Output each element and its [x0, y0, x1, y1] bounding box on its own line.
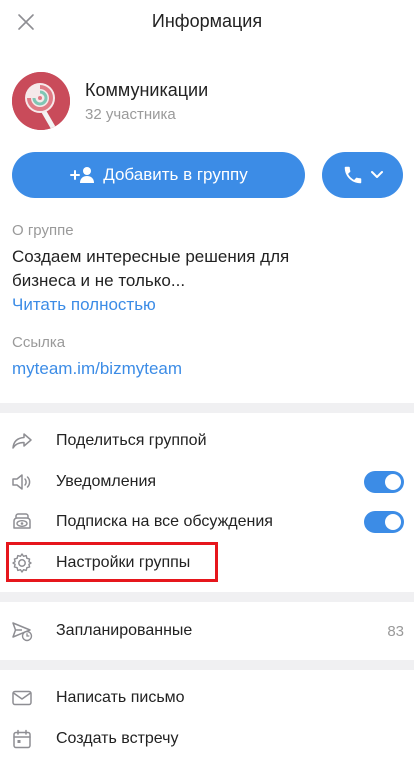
group-name: Коммуникации — [85, 80, 209, 100]
add-to-group-label: Добавить в группу — [103, 165, 248, 184]
scheduled-row[interactable]: Запланированные 83 — [0, 611, 414, 651]
about-text: Создаем интересные решения для бизнеса и… — [12, 247, 290, 290]
calendar-icon — [10, 727, 34, 751]
gear-icon — [10, 551, 34, 575]
chevron-down-icon — [370, 171, 383, 178]
phone-icon — [344, 166, 361, 184]
speaker-icon — [10, 470, 34, 494]
toggle-knob — [385, 514, 401, 530]
envelope-icon — [10, 686, 34, 710]
link-caption: Ссылка — [12, 334, 66, 351]
scheduled-count: 83 — [387, 622, 404, 640]
share-group-label: Поделиться группой — [56, 432, 207, 449]
read-more-link[interactable]: Читать полностью — [12, 295, 156, 315]
group-settings-label: Настройки группы — [56, 554, 191, 571]
toggle-knob — [385, 474, 401, 490]
write-email-row[interactable]: Написать письмо — [0, 678, 414, 718]
page-title: Информация — [151, 11, 263, 31]
create-meeting-label: Создать встречу — [56, 730, 179, 747]
notifications-row[interactable]: Уведомления — [0, 462, 414, 502]
group-link[interactable]: myteam.im/bizmyteam — [12, 359, 182, 379]
eye-icon — [10, 510, 34, 534]
section-divider — [0, 660, 414, 670]
add-to-group-button[interactable]: Добавить в группу — [12, 152, 305, 198]
notifications-toggle[interactable] — [364, 471, 404, 493]
members-count: 32 участника — [85, 106, 176, 123]
write-email-label: Написать письмо — [56, 689, 185, 706]
header: Информация — [0, 0, 414, 44]
about-section: О группе Создаем интересные решения для … — [12, 222, 402, 315]
notifications-label: Уведомления — [56, 473, 157, 490]
group-settings-row[interactable]: Настройки группы — [0, 543, 414, 583]
scheduled-label: Запланированные — [56, 622, 193, 639]
subscribe-toggle[interactable] — [364, 511, 404, 533]
subscribe-discussions-row[interactable]: Подписка на все обсуждения — [0, 502, 414, 542]
subscribe-discussions-label: Подписка на все обсуждения — [56, 513, 273, 530]
section-divider — [0, 592, 414, 602]
group-info: Коммуникации 32 участника — [12, 72, 402, 130]
avatar[interactable] — [12, 72, 70, 130]
share-group-row[interactable]: Поделиться группой — [0, 421, 414, 461]
send-clock-icon — [10, 619, 34, 643]
lollipop-avatar-icon — [12, 72, 70, 130]
call-button[interactable] — [322, 152, 403, 198]
share-icon — [10, 429, 34, 453]
add-user-icon — [70, 167, 95, 183]
create-meeting-row[interactable]: Создать встречу — [0, 719, 414, 759]
section-divider — [0, 403, 414, 413]
about-caption: О группе — [12, 222, 74, 239]
